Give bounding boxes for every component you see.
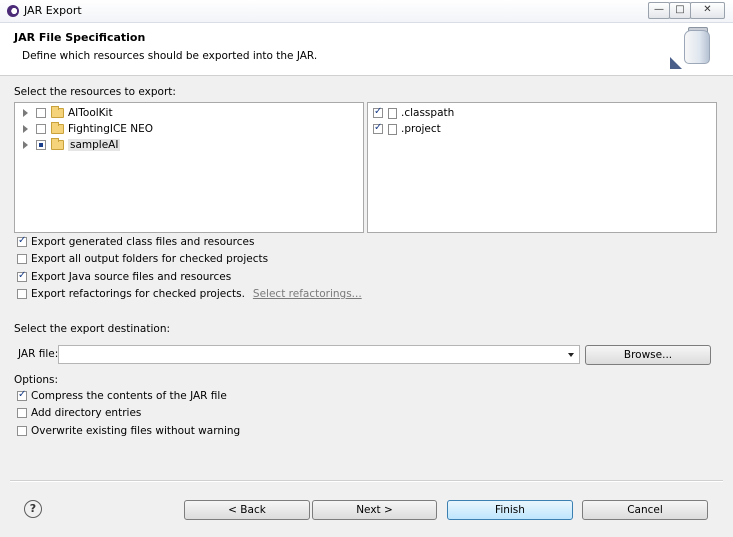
export-output-folders-checkbox[interactable] [17, 254, 27, 264]
finish-button[interactable]: Finish [447, 500, 573, 520]
file-icon [388, 123, 397, 135]
tree-checkbox[interactable] [36, 108, 46, 118]
close-button[interactable]: ✕ [690, 2, 725, 19]
project-folder-icon [51, 106, 64, 118]
resources-label: Select the resources to export: [14, 86, 176, 98]
file-list[interactable]: .classpath .project [367, 102, 717, 233]
directory-entries-checkbox[interactable] [17, 408, 27, 418]
separator [10, 480, 723, 482]
file-checkbox[interactable] [373, 106, 383, 118]
project-tree[interactable]: AIToolKit FightingICE NEO sampleAI [14, 102, 364, 233]
directory-entries-option[interactable]: Add directory entries [17, 407, 141, 419]
tree-item-label: AIToolKit [68, 107, 113, 119]
tree-item-label: FightingICE NEO [68, 123, 154, 135]
export-java-source-option[interactable]: Export Java source files and resources [17, 270, 232, 283]
tree-checkbox-partial[interactable] [36, 140, 46, 150]
jar-file-label: JAR file: [18, 348, 59, 360]
export-class-files-option[interactable]: Export generated class files and resourc… [17, 235, 255, 248]
minimize-button[interactable]: — [648, 2, 670, 19]
file-item-label: .project [401, 123, 441, 135]
window-title: JAR Export [24, 4, 82, 17]
browse-button[interactable]: Browse... [585, 345, 711, 365]
chevron-down-icon[interactable] [568, 353, 574, 357]
file-item-label: .classpath [401, 107, 455, 119]
overwrite-option[interactable]: Overwrite existing files without warning [17, 425, 240, 437]
export-output-folders-option[interactable]: Export all output folders for checked pr… [17, 253, 268, 265]
tree-item-sampleai[interactable]: sampleAI [23, 137, 121, 153]
file-icon [388, 107, 397, 119]
option-label: Add directory entries [31, 407, 142, 419]
tree-item-label: sampleAI [68, 139, 121, 151]
options-label: Options: [14, 374, 59, 386]
project-folder-icon [51, 138, 64, 150]
export-java-source-checkbox[interactable] [17, 270, 27, 282]
destination-label: Select the export destination: [14, 323, 171, 335]
export-class-files-checkbox[interactable] [17, 235, 27, 247]
expand-arrow-icon[interactable] [23, 109, 28, 117]
tree-checkbox[interactable] [36, 124, 46, 134]
jar-file-combo[interactable] [58, 345, 580, 364]
select-refactorings-link[interactable]: Select refactorings... [253, 288, 362, 300]
export-arrow-icon [670, 57, 682, 69]
file-checkbox[interactable] [373, 122, 383, 134]
export-refactorings-checkbox[interactable] [17, 289, 27, 299]
expand-arrow-icon[interactable] [23, 125, 28, 133]
wizard-description: Define which resources should be exporte… [22, 50, 318, 62]
wizard-title: JAR File Specification [14, 31, 146, 44]
next-button[interactable]: Next > [312, 500, 437, 520]
back-button[interactable]: < Back [184, 500, 310, 520]
option-label: Overwrite existing files without warning [31, 425, 241, 437]
maximize-button[interactable]: □ [669, 2, 691, 19]
file-item-project[interactable]: .project [373, 121, 441, 137]
expand-arrow-icon[interactable] [23, 141, 28, 149]
option-label: Export all output folders for checked pr… [31, 253, 269, 265]
tree-item-aitoolkit[interactable]: AIToolKit [23, 105, 113, 121]
compress-checkbox[interactable] [17, 389, 27, 401]
option-label: Export refactorings for checked projects… [31, 288, 245, 300]
option-label: Compress the contents of the JAR file [31, 390, 227, 402]
compress-option[interactable]: Compress the contents of the JAR file [17, 389, 227, 402]
title-bar: JAR Export — □ ✕ [0, 0, 733, 23]
jar-icon [684, 30, 710, 64]
project-folder-icon [51, 122, 64, 134]
file-item-classpath[interactable]: .classpath [373, 105, 454, 121]
tree-item-fightingice[interactable]: FightingICE NEO [23, 121, 153, 137]
help-icon[interactable]: ? [24, 500, 42, 518]
wizard-header: JAR File Specification Define which reso… [0, 23, 733, 76]
option-label: Export Java source files and resources [31, 271, 232, 283]
cancel-button[interactable]: Cancel [582, 500, 708, 520]
overwrite-checkbox[interactable] [17, 426, 27, 436]
option-label: Export generated class files and resourc… [31, 236, 255, 248]
export-refactorings-option[interactable]: Export refactorings for checked projects… [17, 288, 362, 300]
eclipse-icon [7, 5, 19, 17]
